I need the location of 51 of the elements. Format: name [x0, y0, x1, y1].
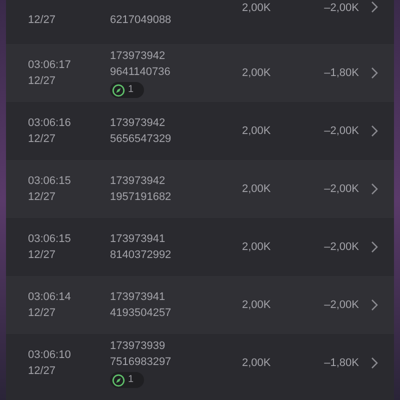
- order-id-text: 173973941: [110, 290, 166, 305]
- time-text: 03:06:15: [28, 232, 72, 247]
- time-text: 03:06:17: [28, 58, 72, 73]
- date-text: 12/27: [28, 306, 57, 321]
- order-id-text: 8140372992: [110, 248, 172, 263]
- order-id-text: 173973941: [110, 232, 166, 247]
- order-id-text: 5656547329: [110, 132, 172, 147]
- bonus-badge: 1: [110, 82, 144, 98]
- date-text: 12/27: [28, 190, 57, 205]
- amount-text: 2,00K: [242, 182, 271, 197]
- chevron-right-icon[interactable]: [371, 299, 378, 311]
- order-id-text: 9641140736: [110, 65, 172, 80]
- time-text: 03:06:16: [28, 116, 72, 131]
- date-text: 12/27: [28, 132, 57, 147]
- amount-text: 2,00K: [242, 240, 271, 255]
- compass-icon: [112, 374, 125, 386]
- order-id-text: 173973942: [110, 174, 166, 189]
- change-text: –2,00K: [324, 182, 359, 197]
- chevron-right-icon[interactable]: [371, 183, 378, 195]
- change-text: –1,80K: [324, 66, 359, 81]
- time-text: 03:06:15: [28, 174, 72, 189]
- change-text: –2,00K: [324, 240, 359, 255]
- compass-icon: [112, 84, 125, 96]
- change-text: –2,00K: [324, 298, 359, 313]
- chevron-right-icon[interactable]: [371, 1, 378, 13]
- date-text: 12/27: [28, 248, 57, 263]
- chevron-right-icon[interactable]: [371, 125, 378, 137]
- time-text: 03:06:10: [28, 348, 72, 363]
- amount-text: 2,00K: [242, 66, 271, 81]
- order-id-text: 173973939: [110, 339, 166, 354]
- amount-text: 2,00K: [242, 1, 271, 16]
- bonus-badge: 1: [110, 372, 144, 388]
- chevron-right-icon[interactable]: [371, 357, 378, 369]
- date-text: 12/27: [28, 74, 57, 89]
- time-text: 03:06:14: [28, 290, 72, 305]
- order-id-text: 6217049088: [110, 13, 172, 28]
- change-text: –2,00K: [324, 124, 359, 139]
- order-id-text: 173973942: [110, 116, 166, 131]
- chevron-right-icon[interactable]: [371, 67, 378, 79]
- change-text: –2,00K: [324, 1, 359, 16]
- order-id-text: 173973942: [110, 49, 166, 64]
- amount-text: 2,00K: [242, 356, 271, 371]
- date-text: 12/27: [28, 13, 57, 28]
- order-id-text: 4193504257: [110, 306, 172, 321]
- order-id-text: 7516983297: [110, 355, 172, 370]
- order-id-text: 1957191682: [110, 190, 172, 205]
- amount-text: 2,00K: [242, 124, 271, 139]
- amount-text: 2,00K: [242, 298, 271, 313]
- change-text: –1,80K: [324, 356, 359, 371]
- date-text: 12/27: [28, 364, 57, 379]
- chevron-right-icon[interactable]: [371, 241, 378, 253]
